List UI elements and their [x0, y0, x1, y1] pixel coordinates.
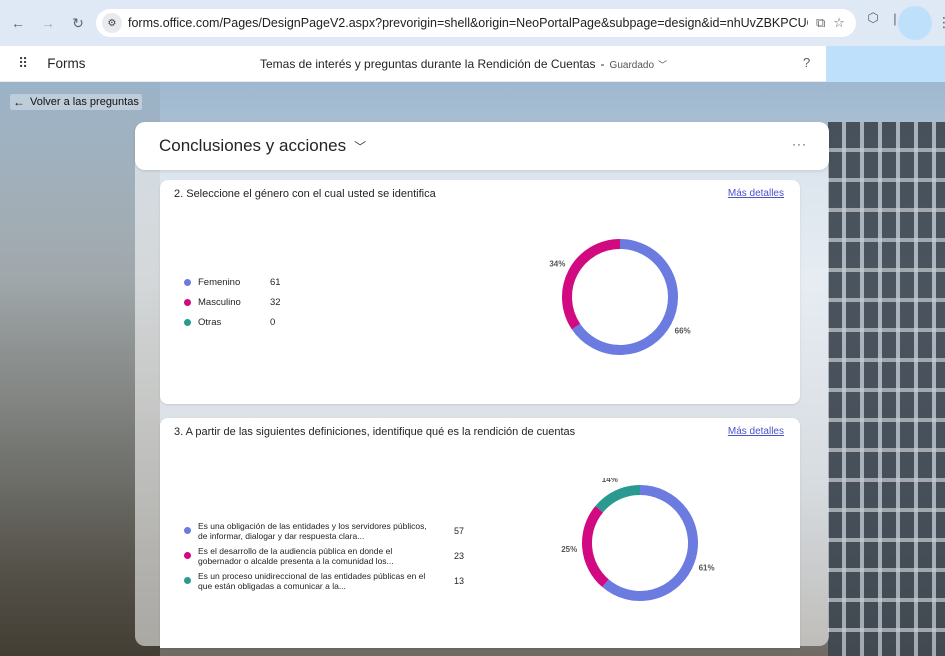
legend-label: Femenino	[198, 276, 241, 288]
back-link-label: Volver a las preguntas	[30, 96, 139, 108]
section-header: Conclusiones y acciones ﹀ ···	[135, 122, 829, 170]
legend-dot	[184, 278, 191, 286]
legend-count: 57	[454, 525, 465, 536]
back-arrow-icon: ←	[13, 95, 25, 109]
help-icon[interactable]: ?	[803, 55, 810, 70]
app-launcher-icon[interactable]: ⠿	[18, 55, 29, 72]
legend-label: Masculino	[198, 296, 241, 308]
forward-arrow-icon[interactable]: →	[36, 11, 60, 35]
chevron-down-icon[interactable]: ﹀	[354, 138, 366, 155]
legend-item: Es un proceso unidireccional de las enti…	[184, 568, 464, 593]
section-title[interactable]: Conclusiones y acciones	[159, 136, 346, 156]
donut-slice-1[interactable]	[571, 239, 678, 355]
reload-icon[interactable]: ↻	[66, 11, 90, 35]
legend-label: Es el desarrollo de la audiencia pública…	[198, 545, 394, 566]
slice-percent-label: 14%	[602, 478, 618, 484]
legend-item: Femenino 61	[184, 272, 281, 292]
chart-legend: Es una obligación de las entidades y los…	[184, 518, 464, 593]
donut-chart: 66% 34%	[549, 239, 691, 355]
donut-chart: 61% 25% 14%	[561, 478, 715, 601]
title-separator: -	[600, 57, 605, 71]
donut-slice-2[interactable]	[562, 239, 621, 330]
legend-label: Es un proceso unidireccional de las enti…	[198, 570, 426, 591]
legend-item: Otras 0	[184, 312, 281, 332]
forms-app-bar: ⠿ Forms Temas de interés y preguntas dur…	[0, 46, 945, 82]
chart-legend: Femenino 61 Masculino 32 Otras 0	[184, 272, 281, 332]
more-options-button[interactable]: ···	[792, 137, 807, 151]
app-name[interactable]: Forms	[47, 56, 85, 71]
legend-count: 23	[454, 550, 465, 561]
form-title: Temas de interés y preguntas durante la …	[260, 57, 596, 71]
slice-percent-label: 25%	[561, 545, 577, 554]
url-text[interactable]: forms.office.com/Pages/DesignPageV2.aspx…	[128, 16, 808, 30]
slice-percent-label: 34%	[549, 260, 565, 269]
background-building-floors	[828, 122, 945, 656]
legend-count: 0	[270, 316, 276, 328]
more-details-link[interactable]: Más detalles	[728, 188, 784, 199]
legend-label: Es una obligación de las entidades y los…	[198, 520, 427, 541]
legend-dot	[184, 527, 191, 534]
saved-status: Guardado	[609, 60, 655, 71]
legend-dot	[184, 577, 191, 584]
profile-avatar[interactable]	[898, 6, 932, 40]
slice-percent-label: 66%	[675, 326, 691, 335]
chevron-down-icon[interactable]: ﹀	[658, 60, 667, 70]
install-app-icon[interactable]: ⧉	[816, 15, 825, 31]
slice-percent-label: 61%	[699, 564, 715, 573]
browser-toolbar: ← → ↻ ⚙ forms.office.com/Pages/DesignPag…	[0, 0, 945, 46]
site-info-icon[interactable]: ⚙	[102, 13, 122, 33]
question-card: 2. Seleccione el género con el cual uste…	[160, 180, 800, 404]
legend-item: Es una obligación de las entidades y los…	[184, 518, 464, 543]
bookmark-star-icon[interactable]: ☆	[833, 15, 845, 31]
question-card: 3. A partir de las siguientes definicion…	[160, 418, 800, 648]
more-details-link[interactable]: Más detalles	[728, 426, 784, 437]
question-title: 2. Seleccione el género con el cual uste…	[174, 188, 436, 200]
legend-item: Masculino 32	[184, 292, 281, 312]
legend-dot	[184, 298, 191, 306]
account-area[interactable]	[826, 46, 945, 82]
donut-slice-2[interactable]	[582, 505, 609, 588]
back-to-questions-link[interactable]: ← Volver a las preguntas	[10, 94, 142, 110]
legend-label: Otras	[198, 316, 222, 328]
extensions-icon[interactable]: ⬡	[862, 10, 884, 26]
address-bar[interactable]: ⚙ forms.office.com/Pages/DesignPageV2.as…	[96, 9, 856, 37]
chrome-menu-icon[interactable]: ⋮	[937, 14, 945, 31]
legend-dot	[184, 552, 191, 559]
question-title: 3. A partir de las siguientes definicion…	[174, 426, 576, 438]
legend-item: Es el desarrollo de la audiencia pública…	[184, 543, 464, 568]
legend-count: 13	[454, 575, 465, 586]
form-title-group[interactable]: Temas de interés y preguntas durante la …	[260, 57, 667, 71]
legend-count: 32	[270, 296, 281, 308]
donut-slice-1[interactable]	[602, 485, 698, 601]
legend-count: 61	[270, 276, 281, 288]
donut-slice-3[interactable]	[595, 485, 641, 513]
background-image: ← Volver a las preguntas Conclusiones y …	[0, 82, 945, 656]
back-arrow-icon[interactable]: ←	[6, 11, 30, 35]
legend-dot	[184, 318, 191, 326]
